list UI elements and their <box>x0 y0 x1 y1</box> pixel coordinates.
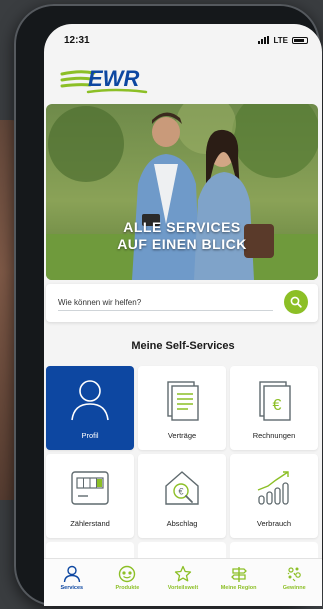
app-screen: 12:31 LTE EWR ALLE SERVICES AUF EINEN BL… <box>44 24 322 606</box>
tile-label: Profil <box>81 431 99 440</box>
tile-profil[interactable]: Profil <box>46 366 134 450</box>
nav-label: Produkte <box>115 585 140 591</box>
signal-icon <box>258 36 270 44</box>
nav-meine-region[interactable]: Meine Region <box>212 565 266 591</box>
confetti-icon <box>287 567 301 582</box>
products-icon <box>119 565 136 583</box>
tile-label: Verbrauch <box>256 519 292 528</box>
tile-verbrauch[interactable]: Verbrauch <box>230 454 318 538</box>
status-indicators: LTE <box>258 36 308 45</box>
nav-gewinne[interactable]: Gewinne <box>267 565 321 591</box>
section-title: Meine Self-Services <box>131 340 235 352</box>
search-button[interactable] <box>284 290 308 314</box>
bottom-navigation: Services Produkte Vorteilswelt Meine Reg… <box>44 558 322 606</box>
partial-tile[interactable] <box>138 542 226 558</box>
tile-label: Verträge <box>167 431 197 440</box>
tile-label: Zählerstand <box>70 519 110 528</box>
person-icon <box>63 565 80 583</box>
tile-label: Abschlag <box>166 519 198 528</box>
nav-services[interactable]: Services <box>45 565 99 591</box>
partial-tile[interactable] <box>46 542 134 558</box>
ewr-logo[interactable]: EWR <box>60 62 150 98</box>
star-icon <box>174 565 192 582</box>
document-icon <box>167 381 199 421</box>
tile-zaehlerstand[interactable]: Zählerstand <box>46 454 134 538</box>
tile-vertraege[interactable]: Verträge <box>138 366 226 450</box>
hero-line-2: AUF EINEN BLICK <box>117 236 247 252</box>
logo-text: EWR <box>88 66 139 91</box>
next-tile-row <box>46 542 318 558</box>
hero-photo <box>46 104 318 280</box>
hero-headline: ALLE SERVICES AUF EINEN BLICK <box>46 219 318 253</box>
nav-label: Gewinne <box>282 585 306 591</box>
status-bar: 12:31 LTE <box>44 24 322 56</box>
user-icon <box>71 380 109 421</box>
hero-banner[interactable]: ALLE SERVICES AUF EINEN BLICK <box>46 104 318 280</box>
signpost-icon <box>230 567 247 582</box>
search-icon <box>290 296 302 308</box>
nav-label: Vorteilswelt <box>167 585 199 591</box>
tile-abschlag[interactable]: € Abschlag <box>138 454 226 538</box>
tile-rechnungen[interactable]: € Rechnungen <box>230 366 318 450</box>
nav-vorteilswelt[interactable]: Vorteilswelt <box>156 565 210 591</box>
nav-label: Services <box>60 585 84 591</box>
network-type: LTE <box>273 35 288 45</box>
status-time: 12:31 <box>64 34 90 46</box>
nav-label: Meine Region <box>220 585 257 591</box>
nav-produkte[interactable]: Produkte <box>100 565 154 591</box>
meter-icon <box>71 471 109 505</box>
hero-line-1: ALLE SERVICES <box>123 219 241 235</box>
battery-icon <box>292 36 308 44</box>
search-input[interactable] <box>58 294 273 311</box>
self-service-grid: Profil Verträge € Rechnungen Zählerstand… <box>46 366 318 538</box>
partial-tile[interactable] <box>230 542 318 558</box>
tile-label: Rechnungen <box>252 431 296 440</box>
euro-invoice-icon: € <box>259 381 291 421</box>
bar-chart-icon <box>257 471 289 505</box>
svg-text:€: € <box>273 397 282 414</box>
phone-frame: 12:31 LTE EWR ALLE SERVICES AUF EINEN BL… <box>14 4 322 606</box>
house-euro-icon: € <box>165 471 199 505</box>
search-bar <box>46 284 318 322</box>
svg-text:€: € <box>178 487 183 497</box>
